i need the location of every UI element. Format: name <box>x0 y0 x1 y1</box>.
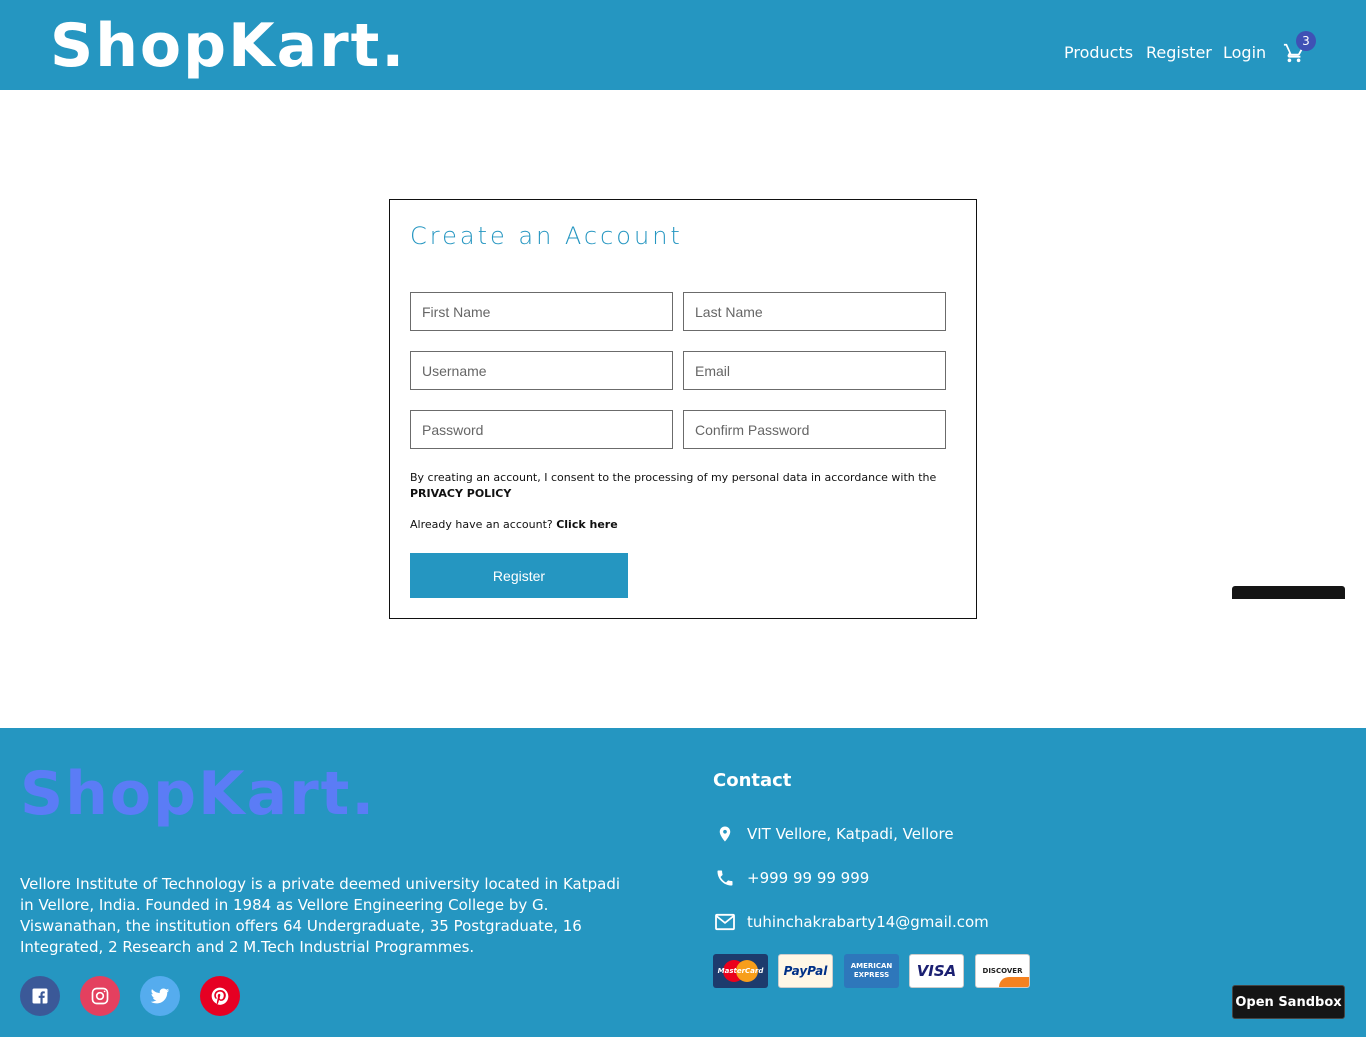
contact-phone: +999 99 99 999 <box>747 869 870 887</box>
login-click-here-link[interactable]: Click here <box>556 518 617 531</box>
site-logo[interactable]: ShopKart. <box>50 10 406 82</box>
discover-payment-icon: DISCOVER <box>975 954 1030 988</box>
first-name-field[interactable] <box>410 292 673 331</box>
contact-title: Contact <box>713 770 792 791</box>
register-button[interactable]: Register <box>410 553 628 598</box>
already-account-text: Already have an account? Click here <box>410 518 618 531</box>
visa-payment-icon: VISA <box>909 954 964 988</box>
pinterest-icon[interactable] <box>200 976 240 1016</box>
paypal-payment-icon: PayPal <box>778 954 833 988</box>
contact-email-row: tuhinchakrabarty14@gmail.com <box>713 910 989 934</box>
paypal-label: PayPal <box>783 964 828 978</box>
nav-register[interactable]: Register <box>1146 43 1212 62</box>
discover-orange-stripe <box>999 977 1029 987</box>
open-sandbox-button[interactable]: Open Sandbox <box>1232 985 1345 1019</box>
mail-icon <box>713 910 737 934</box>
mastercard-label: MasterCard <box>717 967 764 975</box>
instagram-icon[interactable] <box>80 976 120 1016</box>
last-name-field[interactable] <box>683 292 946 331</box>
mastercard-payment-icon: MasterCard <box>713 954 768 988</box>
contact-phone-row: +999 99 99 999 <box>713 866 869 890</box>
username-field[interactable] <box>410 351 673 390</box>
privacy-policy-link[interactable]: PRIVACY POLICY <box>410 487 511 500</box>
password-field[interactable] <box>410 410 673 449</box>
already-account-label: Already have an account? <box>410 518 553 531</box>
location-pin-icon <box>713 822 737 846</box>
amex-payment-icon: AMERICAN EXPRESS <box>844 954 899 988</box>
floating-dark-tab <box>1232 586 1345 599</box>
phone-icon <box>713 866 737 890</box>
amex-label-line2: EXPRESS <box>853 971 890 979</box>
site-header: ShopKart. Products Register Login 3 <box>0 0 1366 90</box>
contact-address: VIT Vellore, Katpadi, Vellore <box>747 825 954 843</box>
form-title: Create an Account <box>410 222 683 250</box>
cart-count-badge: 3 <box>1296 31 1316 51</box>
footer-description: Vellore Institute of Technology is a pri… <box>20 875 621 956</box>
twitter-icon[interactable] <box>140 976 180 1016</box>
consent-text-block: By creating an account, I consent to the… <box>410 470 950 502</box>
email-field[interactable] <box>683 351 946 390</box>
visa-label: VISA <box>916 962 957 980</box>
confirm-password-field[interactable] <box>683 410 946 449</box>
consent-text: By creating an account, I consent to the… <box>410 471 937 484</box>
contact-email[interactable]: tuhinchakrabarty14@gmail.com <box>747 913 989 931</box>
facebook-icon[interactable] <box>20 976 60 1016</box>
nav-login[interactable]: Login <box>1223 43 1266 62</box>
amex-label-line1: AMERICAN <box>850 962 893 970</box>
footer-logo: ShopKart. <box>20 759 377 829</box>
discover-label: DISCOVER <box>982 967 1023 975</box>
site-footer: ShopKart. Vellore Institute of Technolog… <box>0 728 1366 1037</box>
register-card: Create an Account By creating an account… <box>389 199 977 619</box>
contact-address-row: VIT Vellore, Katpadi, Vellore <box>713 822 954 846</box>
nav-products[interactable]: Products <box>1064 43 1133 62</box>
